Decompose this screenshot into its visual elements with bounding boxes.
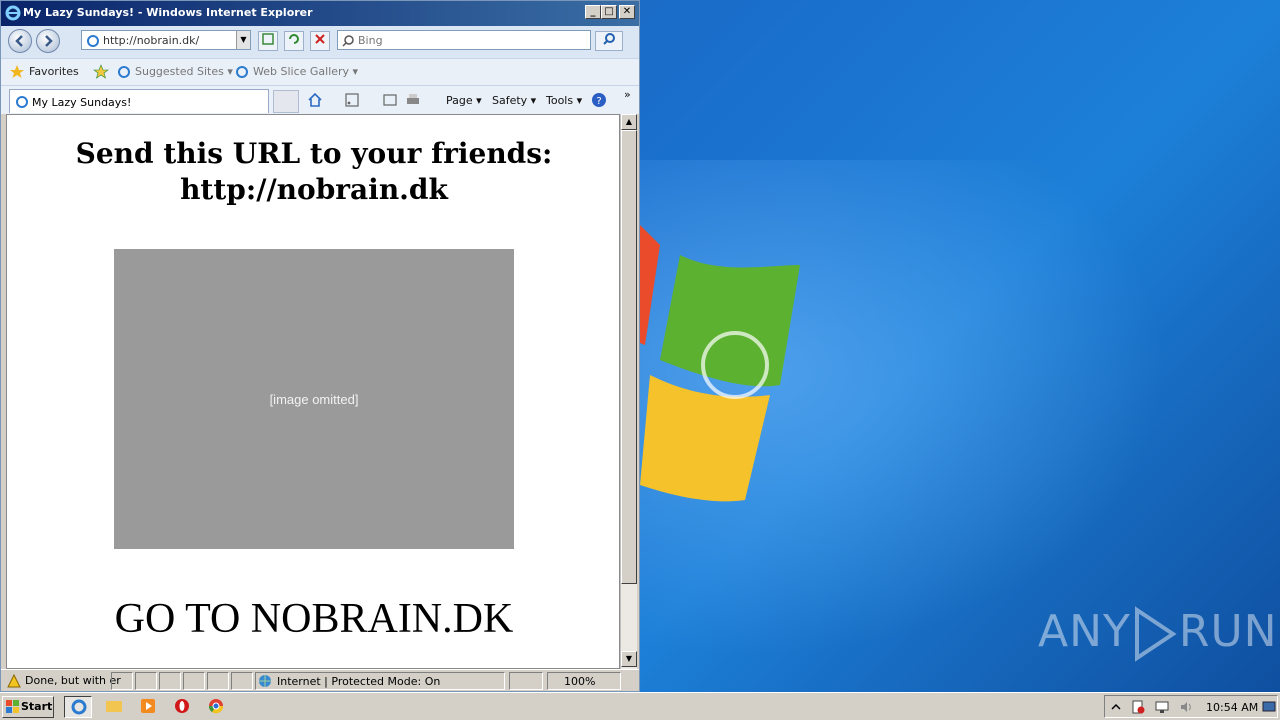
refresh-icon [289, 34, 299, 44]
window-title: My Lazy Sundays! - Windows Internet Expl… [23, 6, 313, 19]
tools-menu[interactable]: Tools ▾ [546, 94, 582, 107]
stop-button[interactable] [310, 31, 330, 51]
suggested-sites-link[interactable]: Suggested Sites ▾ [135, 65, 233, 78]
web-slice-icon [236, 66, 248, 78]
back-arrow-icon [15, 35, 23, 47]
chrome-icon [208, 699, 224, 714]
mail-icon[interactable] [383, 94, 397, 106]
status-bar: Done, but with er Internet | Protected M… [1, 669, 639, 691]
maximize-button[interactable]: □ [601, 5, 617, 19]
forward-button[interactable] [36, 29, 60, 53]
favorites-bar: Favorites Suggested Sites ▾ Web Slice Ga… [1, 58, 639, 85]
web-slice-gallery-link[interactable]: Web Slice Gallery ▾ [253, 65, 358, 78]
page-content: Send this URL to your friends: http://no… [6, 114, 620, 669]
tab-label: My Lazy Sundays! [32, 96, 132, 109]
status-pane [183, 672, 205, 690]
help-icon[interactable]: ? [591, 92, 607, 108]
page-heading-line1: Send this URL to your friends: [75, 137, 553, 170]
taskbar-ie-button[interactable] [64, 696, 92, 718]
address-bar[interactable]: http://nobrain.dk/ ▼ [81, 30, 251, 50]
search-icon [342, 35, 354, 47]
zone-text: Internet | Protected Mode: On [277, 675, 441, 688]
minimize-button[interactable]: _ [585, 5, 601, 19]
ie-window: My Lazy Sundays! - Windows Internet Expl… [0, 0, 640, 692]
favorites-button[interactable]: Favorites [29, 65, 79, 78]
page-menu[interactable]: Page ▾ [446, 94, 482, 107]
taskbar-explorer-button[interactable] [100, 696, 128, 718]
svg-text:?: ? [596, 96, 601, 107]
address-dropdown[interactable]: ▼ [236, 31, 250, 49]
compat-view-button[interactable] [258, 31, 278, 51]
zoom-text: 100% [564, 675, 596, 688]
refresh-button[interactable] [284, 31, 304, 51]
compat-icon [262, 33, 274, 45]
ie-icon [71, 699, 87, 715]
new-tab-button[interactable] [273, 90, 299, 113]
address-text[interactable]: http://nobrain.dk/ [103, 34, 199, 47]
tab-ie-icon [16, 96, 28, 108]
photo-placeholder-label: [image omitted] [269, 391, 359, 407]
print-icon[interactable] [405, 93, 421, 107]
feeds-icon[interactable] [345, 93, 359, 107]
zoom-pane[interactable]: 100% [547, 672, 621, 690]
clock[interactable]: 10:54 AM [1206, 701, 1258, 714]
start-button[interactable]: Start [2, 696, 54, 718]
search-box[interactable]: Bing [337, 30, 591, 50]
taskbar-opera-button[interactable] [168, 696, 196, 718]
opera-icon [175, 699, 189, 713]
scroll-up-button[interactable]: ▲ [621, 114, 637, 130]
page-heading-line2: http://nobrain.dk [180, 173, 448, 206]
taskbar: Start 10:54 AM [0, 692, 1280, 720]
show-hidden-icons-icon[interactable] [1111, 702, 1121, 712]
scroll-down-button[interactable]: ▼ [621, 651, 637, 667]
zone-pane[interactable]: Internet | Protected Mode: On [255, 672, 505, 690]
anyrun-watermark: ANY RUN [1038, 606, 1278, 662]
status-pane [135, 672, 157, 690]
ie-page-icon [118, 66, 130, 78]
search-go-button[interactable] [595, 31, 623, 51]
tab-my-lazy-sundays[interactable]: My Lazy Sundays! [9, 89, 269, 113]
globe-icon [259, 675, 271, 687]
add-favorite-icon[interactable] [93, 64, 109, 80]
status-pane [159, 672, 181, 690]
status-pane [231, 672, 253, 690]
start-label: Start [21, 700, 53, 713]
taskbar-media-button[interactable] [134, 696, 162, 718]
page-icon [87, 35, 99, 47]
play-icon [1134, 606, 1177, 662]
show-desktop-icon[interactable] [1262, 701, 1276, 713]
safety-menu[interactable]: Safety ▾ [492, 94, 536, 107]
ie-icon [5, 5, 21, 21]
status-text: Done, but with er [25, 674, 121, 687]
home-icon[interactable] [307, 92, 323, 108]
action-center-icon[interactable] [1131, 700, 1145, 714]
title-bar[interactable]: My Lazy Sundays! - Windows Internet Expl… [1, 1, 639, 26]
back-button[interactable] [8, 29, 32, 53]
forward-arrow-icon [45, 35, 53, 47]
close-button[interactable]: ✕ [619, 5, 635, 19]
goto-link[interactable]: GO TO NOBRAIN.DK [7, 595, 619, 643]
taskbar-chrome-button[interactable] [202, 696, 230, 718]
status-pane [111, 672, 133, 690]
navigation-bar: http://nobrain.dk/ ▼ Bing [1, 26, 639, 58]
search-placeholder[interactable]: Bing [358, 34, 383, 47]
windows-flag-icon [6, 700, 19, 713]
command-bar: My Lazy Sundays! Page ▾ Safety ▾ Tools ▾… [1, 85, 639, 114]
media-player-icon [141, 699, 155, 713]
folder-icon [106, 701, 122, 712]
status-pane [207, 672, 229, 690]
volume-icon[interactable] [1179, 700, 1193, 714]
magnifier-icon [603, 33, 615, 45]
scroll-thumb[interactable] [621, 130, 637, 584]
network-icon[interactable] [1155, 700, 1169, 714]
protected-mode-pane[interactable] [509, 672, 543, 690]
star-icon [10, 65, 24, 78]
warning-icon [7, 674, 21, 688]
more-commands[interactable]: » [624, 88, 631, 101]
vertical-scrollbar[interactable]: ▲ ▼ [620, 114, 637, 669]
photo-placeholder: [image omitted] [114, 249, 514, 549]
stop-icon [315, 34, 325, 44]
